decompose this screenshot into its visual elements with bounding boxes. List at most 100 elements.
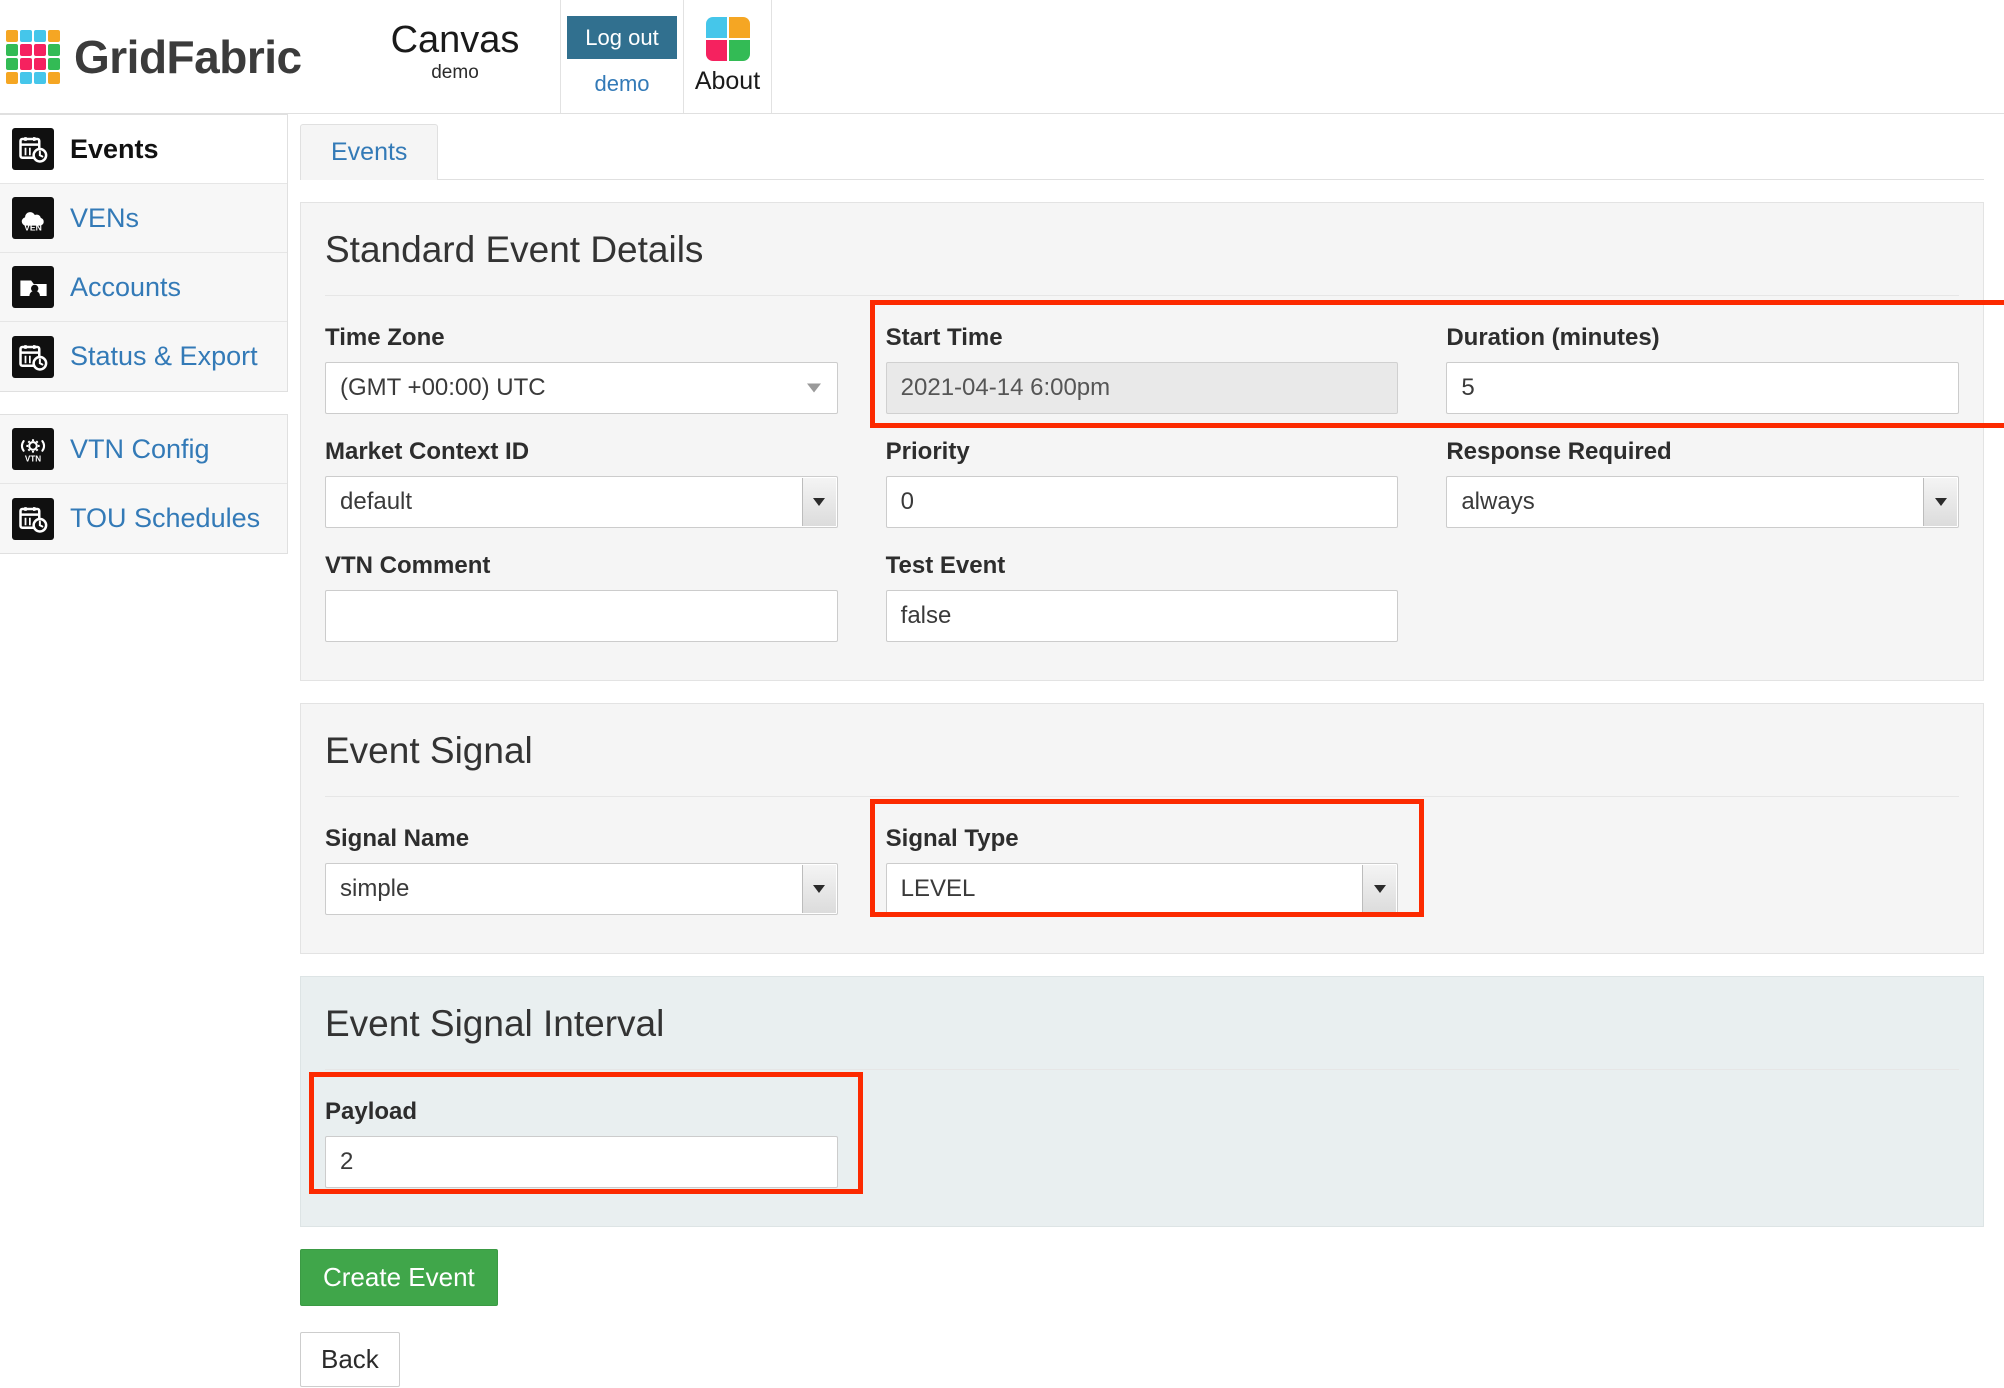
start-time-label: Start Time xyxy=(886,324,1399,352)
event-signal-interval-panel: Event Signal Interval Payload 2 xyxy=(300,976,1984,1227)
page-title: Canvas xyxy=(391,21,520,61)
priority-field: Priority 0 xyxy=(886,424,1399,538)
priority-input[interactable]: 0 xyxy=(886,476,1399,528)
chevron-down-icon xyxy=(802,865,836,913)
signal-type-select[interactable]: LEVEL xyxy=(886,863,1399,915)
start-time-input[interactable]: 2021-04-14 6:00pm xyxy=(886,362,1399,414)
logout-button[interactable]: Log out xyxy=(567,16,676,59)
signal-type-label: Signal Type xyxy=(886,825,1399,853)
about-label: About xyxy=(695,67,760,96)
priority-label: Priority xyxy=(886,438,1399,466)
response-required-label: Response Required xyxy=(1446,438,1959,466)
sidebar-item-accounts[interactable]: Accounts xyxy=(0,253,287,322)
standard-event-details-panel: Standard Event Details Time Zone (GMT +0… xyxy=(300,202,1984,681)
folder-user-icon xyxy=(12,266,54,308)
svg-text:VEN: VEN xyxy=(24,223,42,233)
signal-name-value: simple xyxy=(340,875,409,903)
tenant-name: demo xyxy=(431,62,479,84)
payload-field: Payload 2 xyxy=(325,1084,838,1198)
time-zone-value: (GMT +00:00) UTC xyxy=(340,374,546,402)
empty-cell xyxy=(1446,1084,1959,1198)
event-signal-fields: Signal Name simple Signal Type LEVEL xyxy=(325,797,1959,925)
time-zone-label: Time Zone xyxy=(325,324,838,352)
time-zone-field: Time Zone (GMT +00:00) UTC xyxy=(325,310,838,424)
tab-events[interactable]: Events xyxy=(300,124,438,180)
back-button[interactable]: Back xyxy=(300,1332,400,1387)
sidebar-item-label: VTN Config xyxy=(70,434,210,465)
duration-input[interactable]: 5 xyxy=(1446,362,1959,414)
market-context-label: Market Context ID xyxy=(325,438,838,466)
cloud-ven-icon: VEN xyxy=(12,197,54,239)
calendar-clock-icon xyxy=(12,498,54,540)
test-event-field: Test Event false xyxy=(886,538,1399,652)
sidebar-item-vtn-config[interactable]: VTN VTN Config xyxy=(0,415,287,484)
start-time-field: Start Time 2021-04-14 6:00pm xyxy=(886,310,1399,424)
sidebar-item-events[interactable]: Events xyxy=(0,115,287,184)
chevron-down-icon xyxy=(802,478,836,526)
duration-label: Duration (minutes) xyxy=(1446,324,1959,352)
market-context-value: default xyxy=(340,488,412,516)
form-actions: Create Event Back xyxy=(300,1227,1984,1387)
section-title: Standard Event Details xyxy=(325,203,1959,296)
sidebar-item-status-export[interactable]: Status & Export xyxy=(0,322,287,391)
session-cell: Log out demo xyxy=(560,0,683,113)
section-title: Event Signal xyxy=(325,704,1959,797)
signal-name-field: Signal Name simple xyxy=(325,811,838,925)
signal-name-select[interactable]: simple xyxy=(325,863,838,915)
sidebar-group-primary: Events VEN VENs xyxy=(0,114,288,392)
signal-type-field: Signal Type LEVEL xyxy=(886,811,1399,925)
sidebar-item-label: Accounts xyxy=(70,272,181,303)
chevron-down-icon xyxy=(1923,478,1957,526)
response-required-value: always xyxy=(1461,488,1534,516)
about-cell[interactable]: About xyxy=(683,0,772,113)
sidebar-item-label: VENs xyxy=(70,203,139,234)
event-signal-interval-fields: Payload 2 xyxy=(325,1070,1959,1198)
response-required-field: Response Required always xyxy=(1446,424,1959,538)
calendar-clock-icon xyxy=(12,128,54,170)
payload-input[interactable]: 2 xyxy=(325,1136,838,1188)
standard-event-details-fields: Time Zone (GMT +00:00) UTC Start Time 20… xyxy=(325,296,1959,652)
empty-cell xyxy=(1446,538,1959,652)
sidebar-item-tou-schedules[interactable]: TOU Schedules xyxy=(0,484,287,553)
svg-text:VTN: VTN xyxy=(25,455,41,464)
brand: GridFabric xyxy=(0,0,350,113)
sidebar-group-config: VTN VTN Config xyxy=(0,414,288,554)
sidebar-item-label: TOU Schedules xyxy=(70,503,260,534)
gridfabric-logo-icon xyxy=(6,30,60,84)
market-context-field: Market Context ID default xyxy=(325,424,838,538)
brand-name: GridFabric xyxy=(74,34,302,80)
time-zone-select[interactable]: (GMT +00:00) UTC xyxy=(325,362,838,414)
test-event-input[interactable]: false xyxy=(886,590,1399,642)
payload-label: Payload xyxy=(325,1098,838,1126)
payload-value: 2 xyxy=(340,1148,353,1176)
priority-value: 0 xyxy=(901,488,914,516)
create-event-button[interactable]: Create Event xyxy=(300,1249,498,1306)
test-event-label: Test Event xyxy=(886,552,1399,580)
market-context-select[interactable]: default xyxy=(325,476,838,528)
start-time-value: 2021-04-14 6:00pm xyxy=(901,374,1110,402)
chevron-down-icon xyxy=(1362,865,1396,913)
response-required-select[interactable]: always xyxy=(1446,476,1959,528)
gear-vtn-icon: VTN xyxy=(12,428,54,470)
sidebar-item-label: Events xyxy=(70,134,159,165)
vtn-comment-input[interactable] xyxy=(325,590,838,642)
gridfabric-squares-icon xyxy=(706,17,750,61)
tab-bar: Events xyxy=(300,124,1984,180)
calendar-clock-icon xyxy=(12,336,54,378)
main-content: Events Standard Event Details Time Zone … xyxy=(288,114,2004,1387)
test-event-value: false xyxy=(901,602,952,630)
vtn-comment-field: VTN Comment xyxy=(325,538,838,652)
sidebar-item-vens[interactable]: VEN VENs xyxy=(0,184,287,253)
signal-type-value: LEVEL xyxy=(901,875,976,903)
chevron-down-icon xyxy=(807,384,821,393)
empty-cell xyxy=(1446,811,1959,925)
empty-cell xyxy=(886,1084,1399,1198)
duration-field: Duration (minutes) 5 xyxy=(1446,310,1959,424)
duration-value: 5 xyxy=(1461,374,1474,402)
event-signal-panel: Event Signal Signal Name simple Signal T… xyxy=(300,703,1984,954)
section-title: Event Signal Interval xyxy=(325,977,1959,1070)
app-header: GridFabric Canvas demo Log out demo Abou… xyxy=(0,0,2004,114)
vtn-comment-label: VTN Comment xyxy=(325,552,838,580)
app-title-block: Canvas demo xyxy=(350,0,560,113)
current-user-link[interactable]: demo xyxy=(594,71,649,97)
